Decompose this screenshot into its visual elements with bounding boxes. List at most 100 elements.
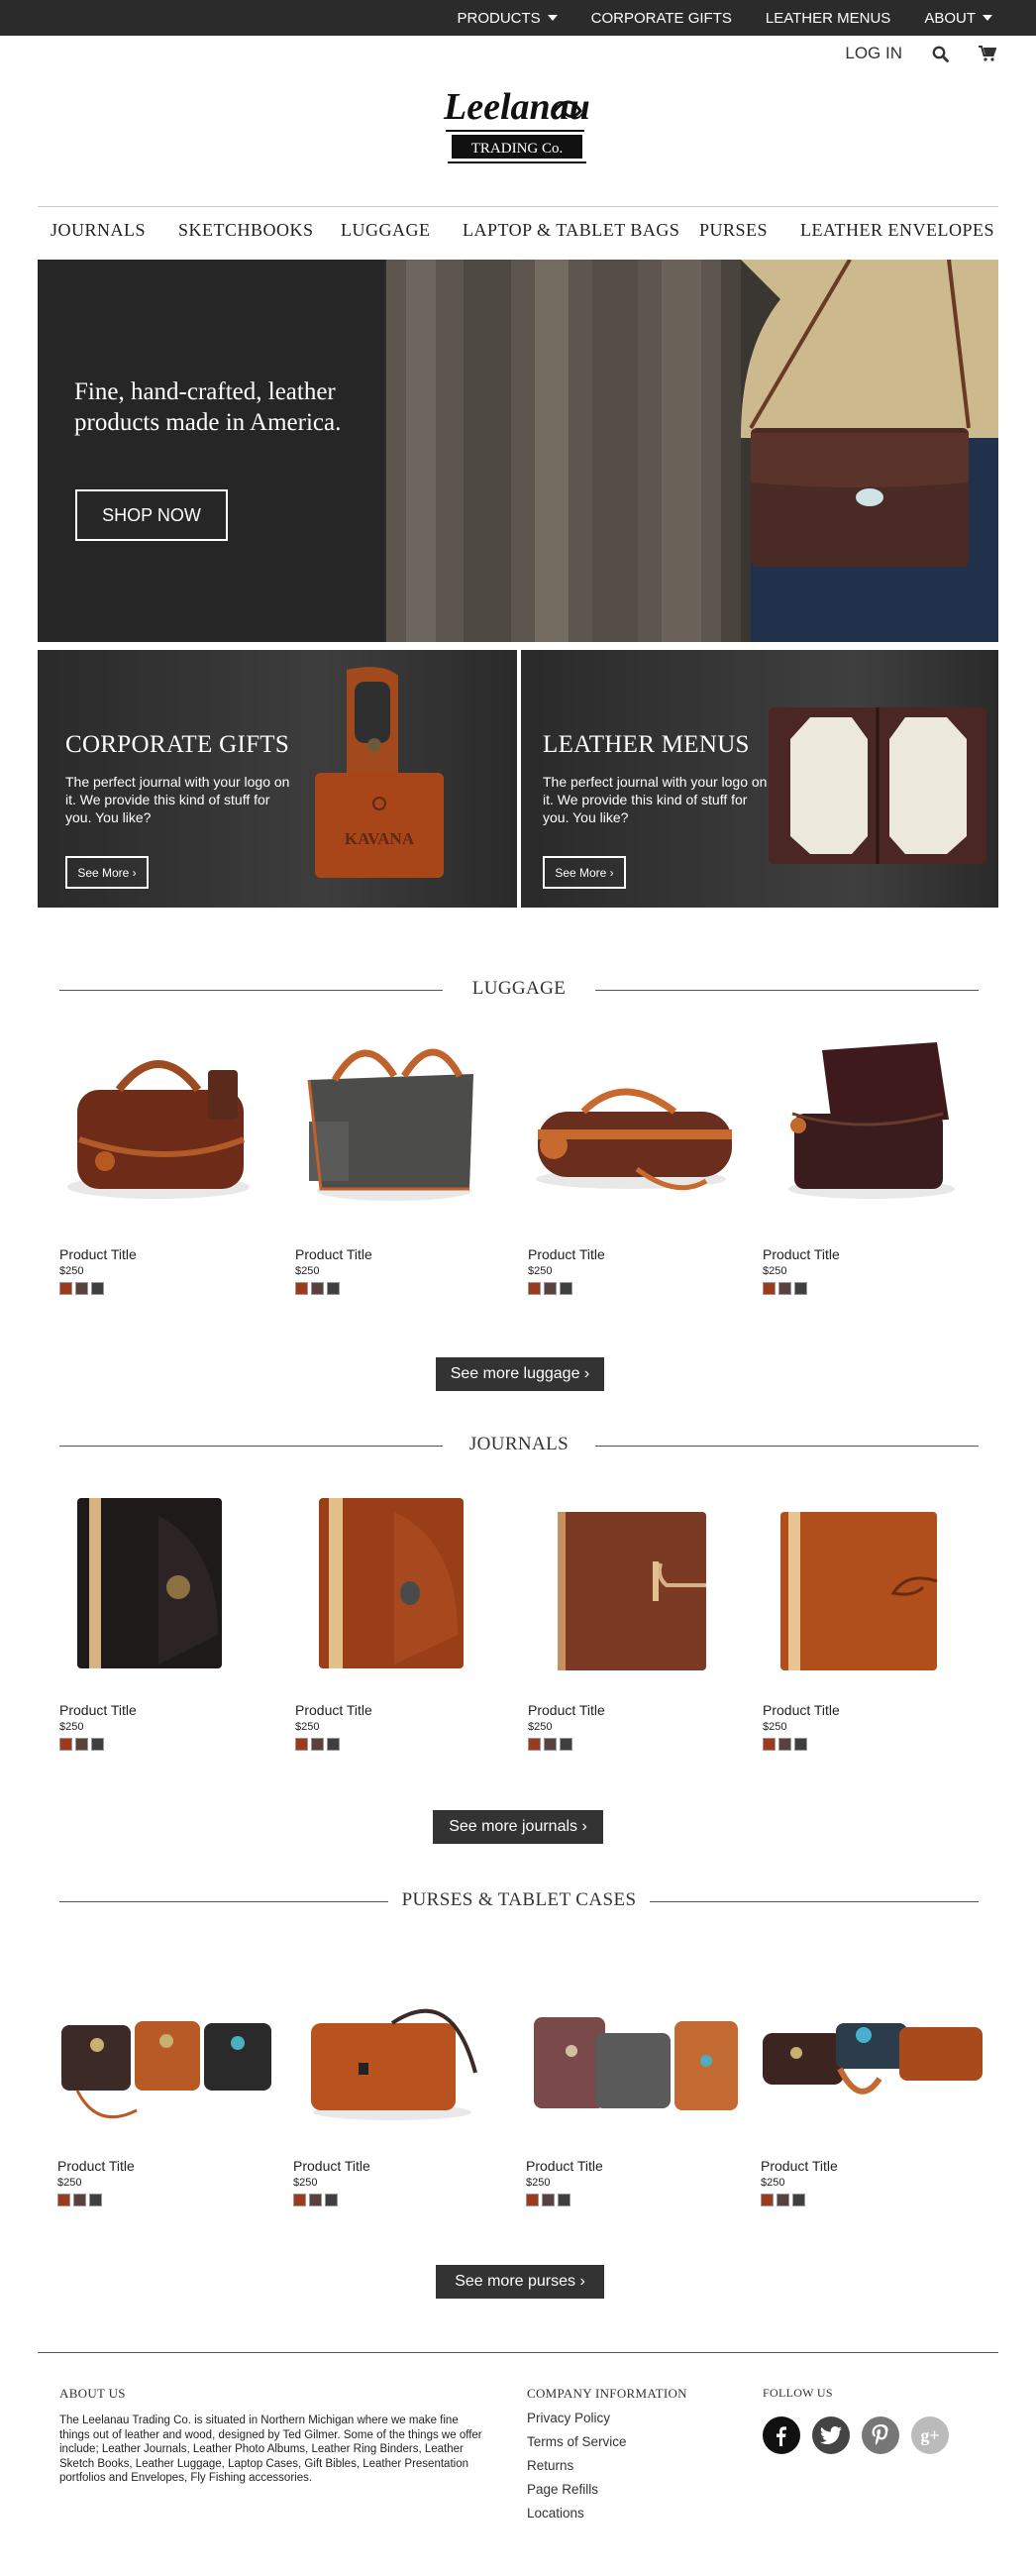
swatch-gray[interactable]: [560, 1282, 572, 1295]
product-image: [307, 1048, 473, 1201]
swatch-gray[interactable]: [325, 2194, 338, 2206]
promo-text: The perfect journal with your logo on it…: [543, 774, 768, 825]
facebook-icon[interactable]: [763, 2416, 800, 2454]
top-nav-corporate-gifts[interactable]: CORPORATE GIFTS: [591, 10, 732, 27]
product-price: $250: [763, 1721, 787, 1733]
product-title[interactable]: Product Title: [59, 1246, 137, 1262]
swatch-gray[interactable]: [327, 1738, 340, 1751]
nav-purses[interactable]: PURSES: [699, 220, 768, 241]
product-title[interactable]: Product Title: [528, 1246, 605, 1262]
promo-leather-menus[interactable]: LEATHER MENUS The perfect journal with y…: [521, 650, 998, 908]
swatch-dark-brown[interactable]: [544, 1282, 557, 1295]
see-more-button[interactable]: See More ›: [543, 856, 626, 889]
swatch-gray[interactable]: [558, 2194, 570, 2206]
swatch-dark-brown[interactable]: [311, 1738, 324, 1751]
swatch-gray[interactable]: [560, 1738, 572, 1751]
product-title[interactable]: Product Title: [295, 1246, 372, 1262]
nav-luggage[interactable]: LUGGAGE: [341, 220, 431, 241]
nav-leather-envelopes[interactable]: LEATHER ENVELOPES: [800, 220, 994, 241]
hero-image: [38, 260, 998, 642]
product-price: $250: [295, 1721, 320, 1733]
swatch-gray[interactable]: [792, 2194, 805, 2206]
product-title[interactable]: Product Title: [57, 2158, 135, 2174]
product-title[interactable]: Product Title: [59, 1702, 137, 1718]
nav-sketchbooks[interactable]: SKETCHBOOKS: [178, 220, 314, 241]
product-title[interactable]: Product Title: [763, 1246, 840, 1262]
swatch-dark-brown[interactable]: [542, 2194, 555, 2206]
promo-corporate-gifts[interactable]: KAVANA CORPORATE GIFTS The perfect journ…: [38, 650, 517, 908]
returns-link[interactable]: Returns: [527, 2458, 627, 2482]
swatch-gray[interactable]: [89, 2194, 102, 2206]
swatch-dark-brown[interactable]: [75, 1738, 88, 1751]
login-link[interactable]: LOG IN: [845, 44, 902, 63]
swatch-dark-brown[interactable]: [544, 1738, 557, 1751]
privacy-policy-link[interactable]: Privacy Policy: [527, 2411, 627, 2434]
swatch-dark-brown[interactable]: [778, 1282, 791, 1295]
top-nav-corporate-gifts-label: CORPORATE GIFTS: [590, 9, 732, 27]
swatch-dark-brown[interactable]: [75, 1282, 88, 1295]
google-plus-icon[interactable]: g+: [911, 2416, 949, 2454]
swatch-dark-brown[interactable]: [73, 2194, 86, 2206]
product-title[interactable]: Product Title: [295, 1702, 372, 1718]
see-more-label: See More: [77, 865, 130, 880]
see-more-purses-button[interactable]: See more purses ›: [436, 2265, 604, 2299]
swatch-brown[interactable]: [528, 1282, 541, 1295]
swatch-brown[interactable]: [761, 2194, 774, 2206]
nav-laptop-tablet-bags[interactable]: LAPTOP & TABLET BAGS: [463, 220, 679, 241]
swatch-gray[interactable]: [794, 1282, 807, 1295]
cart-icon[interactable]: [979, 46, 996, 61]
site-logo[interactable]: Leelanau TRADING Co.: [438, 73, 596, 182]
see-more-luggage-button[interactable]: See more luggage ›: [436, 1357, 604, 1391]
swatch-dark-brown[interactable]: [778, 1738, 791, 1751]
section-title: JOURNALS: [468, 1434, 570, 1454]
product-price: $250: [528, 1721, 553, 1733]
swatch-brown[interactable]: [295, 1738, 308, 1751]
swatch-brown[interactable]: [763, 1738, 776, 1751]
swatch-brown[interactable]: [293, 2194, 306, 2206]
about-heading: ABOUT US: [59, 2386, 126, 2401]
see-more-journals-button[interactable]: See more journals ›: [433, 1810, 603, 1844]
product-image: [558, 1512, 706, 1670]
pinterest-icon[interactable]: [862, 2416, 899, 2454]
swatch-dark-brown[interactable]: [309, 2194, 322, 2206]
hero-title: Fine, hand-crafted, leather products mad…: [74, 378, 342, 436]
product-title[interactable]: Product Title: [761, 2158, 838, 2174]
product-title[interactable]: Product Title: [293, 2158, 370, 2174]
swatch-brown[interactable]: [295, 1282, 308, 1295]
see-more-button[interactable]: See More ›: [65, 856, 149, 889]
see-more-purses-label: See more purses: [455, 2273, 576, 2290]
swatch-dark-brown[interactable]: [777, 2194, 789, 2206]
locations-link[interactable]: Locations: [527, 2506, 627, 2529]
product-title[interactable]: Product Title: [528, 1702, 605, 1718]
swatch-gray[interactable]: [91, 1282, 104, 1295]
product-title[interactable]: Product Title: [763, 1702, 840, 1718]
swatch-gray[interactable]: [794, 1738, 807, 1751]
search-icon[interactable]: [932, 46, 949, 62]
color-swatches: [59, 1282, 104, 1295]
top-nav-leather-menus[interactable]: LEATHER MENUS: [766, 10, 890, 27]
product-price: $250: [59, 1265, 84, 1277]
swatch-brown[interactable]: [528, 1738, 541, 1751]
swatch-brown[interactable]: [57, 2194, 70, 2206]
logo-subtitle: TRADING Co.: [471, 141, 564, 157]
swatch-brown[interactable]: [763, 1282, 776, 1295]
top-nav-about[interactable]: ABOUT: [924, 10, 992, 27]
swatch-gray[interactable]: [327, 1282, 340, 1295]
product-image: [319, 1498, 464, 1668]
product-title[interactable]: Product Title: [526, 2158, 603, 2174]
swatch-brown[interactable]: [59, 1282, 72, 1295]
nav-journals[interactable]: JOURNALS: [51, 220, 146, 241]
swatch-dark-brown[interactable]: [311, 1282, 324, 1295]
twitter-icon[interactable]: [812, 2416, 850, 2454]
promo-title: LEATHER MENUS: [543, 731, 750, 758]
swatch-brown[interactable]: [526, 2194, 539, 2206]
page-refills-link[interactable]: Page Refills: [527, 2482, 627, 2506]
swatch-brown[interactable]: [59, 1738, 72, 1751]
product-image: [534, 2017, 738, 2110]
color-swatches: [295, 1738, 340, 1751]
product-price: $250: [57, 2177, 82, 2189]
shop-now-button[interactable]: SHOP NOW: [75, 489, 228, 541]
top-nav-products[interactable]: PRODUCTS: [457, 10, 558, 27]
terms-of-service-link[interactable]: Terms of Service: [527, 2434, 627, 2458]
swatch-gray[interactable]: [91, 1738, 104, 1751]
